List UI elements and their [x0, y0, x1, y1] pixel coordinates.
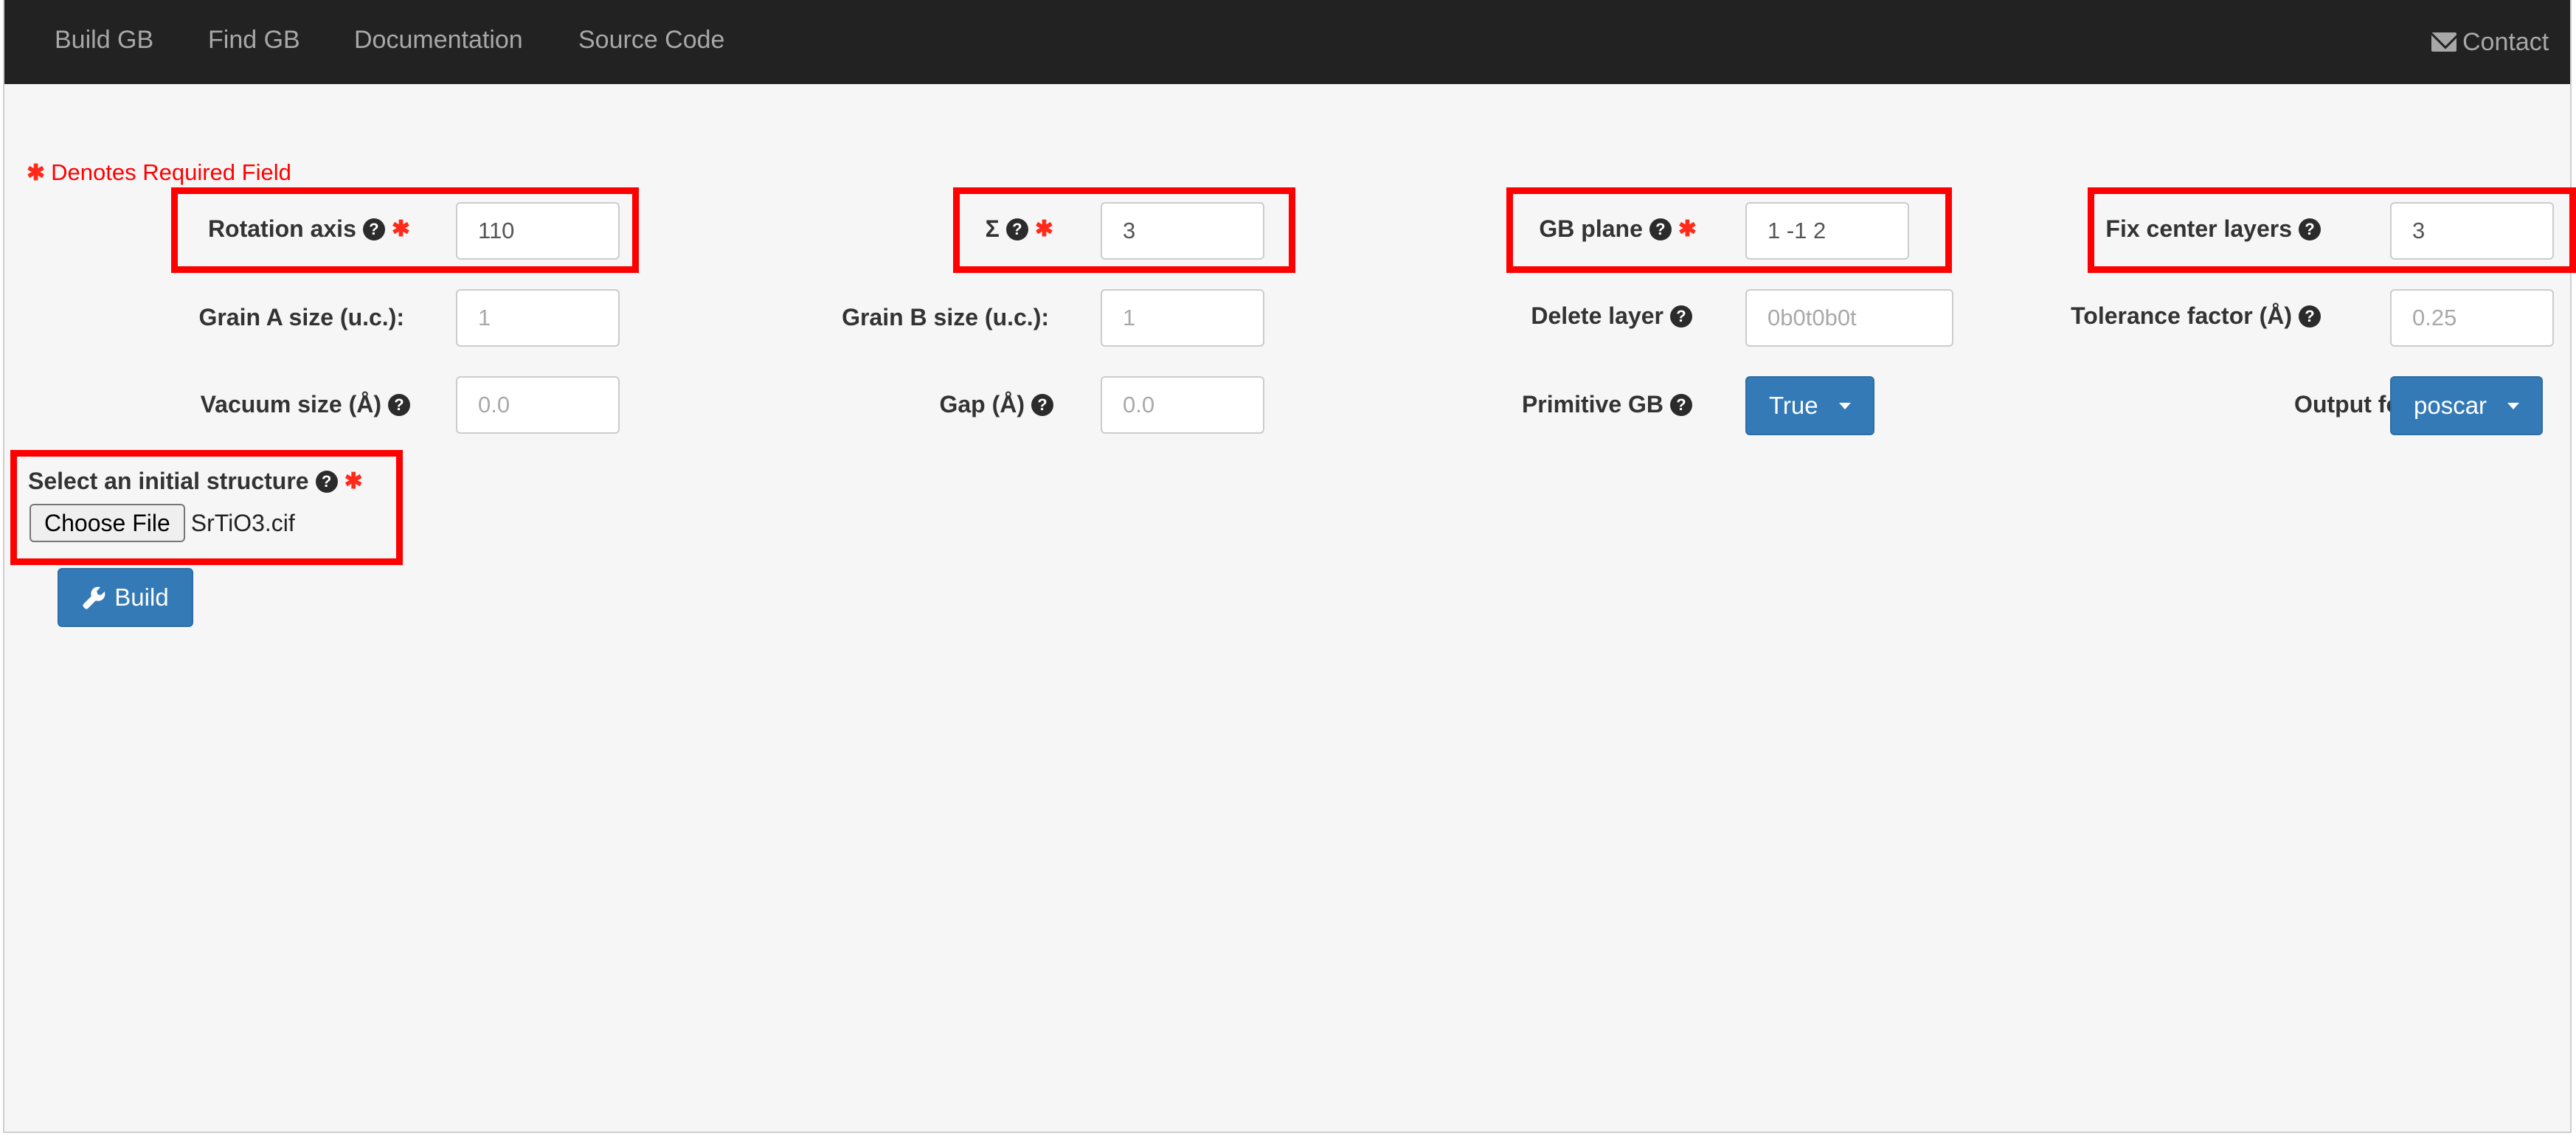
initial-structure-label: Select an initial structure ? ✱ [28, 468, 363, 495]
asterisk-icon: ✱ [344, 469, 363, 493]
primitive-gb-label-text: Primitive GB [1521, 391, 1663, 418]
top-navbar: Build GB Find GB Documentation Source Co… [4, 0, 2570, 84]
caret-down-icon [2507, 402, 2520, 409]
question-circle-icon[interactable]: ? [362, 218, 385, 240]
vacuum-size-label-text: Vacuum size (Å) [200, 391, 381, 418]
rotation-axis-label-text: Rotation axis [207, 215, 356, 242]
tolerance-factor-label-text: Tolerance factor (Å) [2071, 302, 2292, 329]
gb-plane-label: GB plane ? ✱ [1539, 215, 1697, 243]
nav-source-code[interactable]: Source Code [578, 0, 724, 84]
question-circle-icon[interactable]: ? [1005, 218, 1028, 240]
wrench-icon [83, 586, 105, 609]
asterisk-icon: ✱ [391, 217, 410, 241]
grain-a-size-label: Grain A size (u.c.): [198, 304, 404, 331]
tolerance-factor-label: Tolerance factor (Å) ? [2071, 302, 2321, 330]
asterisk-icon: ✱ [1034, 217, 1053, 241]
rotation-axis-input[interactable] [456, 202, 620, 260]
question-circle-icon[interactable]: ? [1670, 393, 1692, 416]
rotation-axis-label: Rotation axis ? ✱ [208, 215, 410, 243]
grain-a-size-input[interactable] [456, 289, 620, 347]
nav-contact[interactable]: Contact [2431, 0, 2549, 84]
grain-b-size-label-text: Grain B size (u.c.): [842, 304, 1049, 330]
nav-documentation[interactable]: Documentation [354, 0, 523, 84]
initial-structure-label-text: Select an initial structure [28, 468, 309, 494]
output-format-value: poscar [2414, 392, 2487, 419]
nav-build-gb[interactable]: Build GB [55, 0, 153, 84]
selected-file-name: SrTiO3.cif [190, 509, 295, 536]
question-circle-icon[interactable]: ? [1031, 393, 1053, 416]
choose-file-button[interactable]: Choose File [30, 504, 185, 542]
sigma-input[interactable] [1101, 202, 1264, 260]
delete-layer-input[interactable] [1745, 289, 1953, 347]
question-circle-icon[interactable]: ? [2299, 218, 2321, 240]
gap-input[interactable] [1101, 376, 1264, 434]
gb-plane-label-text: GB plane [1539, 215, 1643, 242]
fix-center-layers-label: Fix center layers ? [2105, 215, 2321, 243]
build-button[interactable]: Build [58, 568, 193, 627]
primitive-gb-dropdown[interactable]: True [1745, 376, 1874, 435]
required-field-note-text: Denotes Required Field [51, 159, 291, 185]
gap-label-text: Gap (Å) [939, 391, 1025, 418]
sigma-label-text: Σ [985, 215, 1000, 242]
grain-b-size-input[interactable] [1101, 289, 1264, 347]
asterisk-icon: ✱ [1677, 217, 1697, 241]
grain-a-size-label-text: Grain A size (u.c.): [198, 304, 404, 330]
grain-b-size-label: Grain B size (u.c.): [842, 304, 1049, 331]
question-circle-icon[interactable]: ? [315, 470, 338, 493]
asterisk-icon: ✱ [27, 160, 46, 185]
vacuum-size-input[interactable] [456, 376, 620, 434]
gap-label: Gap (Å) ? [939, 391, 1053, 418]
fix-center-layers-label-text: Fix center layers [2105, 215, 2292, 242]
tolerance-factor-input[interactable] [2390, 289, 2554, 347]
vacuum-size-label: Vacuum size (Å) ? [201, 391, 410, 418]
page-frame: Build GB Find GB Documentation Source Co… [3, 0, 2576, 1133]
nav-contact-label: Contact [2462, 28, 2549, 56]
nav-find-gb[interactable]: Find GB [208, 0, 300, 84]
gb-plane-input[interactable] [1745, 202, 1909, 260]
fix-center-layers-input[interactable] [2390, 202, 2554, 260]
delete-layer-label-text: Delete layer [1531, 302, 1663, 329]
question-circle-icon[interactable]: ? [2299, 305, 2321, 328]
file-picker: Choose File SrTiO3.cif [30, 504, 295, 542]
build-button-label: Build [114, 583, 169, 611]
question-circle-icon[interactable]: ? [1649, 218, 1672, 240]
required-field-note: ✱ Denotes Required Field [27, 159, 291, 186]
primitive-gb-value: True [1769, 392, 1818, 419]
output-format-dropdown[interactable]: poscar [2390, 376, 2544, 435]
sigma-label: Σ ? ✱ [986, 215, 1053, 243]
primitive-gb-label: Primitive GB ? [1522, 391, 1692, 418]
delete-layer-label: Delete layer ? [1531, 302, 1692, 330]
envelope-icon [2431, 32, 2456, 52]
caret-down-icon [1838, 402, 1851, 409]
question-circle-icon[interactable]: ? [388, 393, 410, 416]
question-circle-icon[interactable]: ? [1670, 305, 1692, 328]
